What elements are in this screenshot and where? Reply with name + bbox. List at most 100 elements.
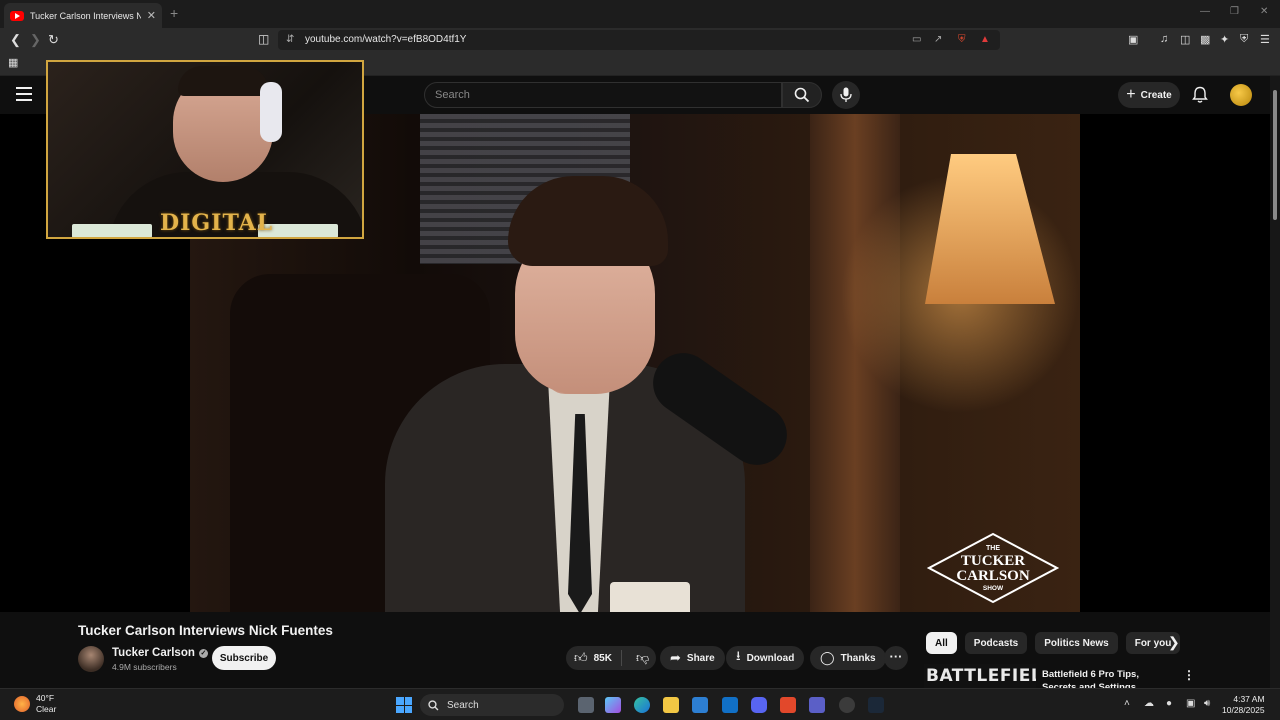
like-count: 85K	[593, 652, 612, 664]
chip-all[interactable]: All	[926, 632, 957, 654]
brave-icon[interactable]	[780, 697, 796, 713]
chip-politics-news[interactable]: Politics News	[1035, 632, 1118, 654]
url-text: youtube.com/watch?v=efB8OD4tf1Y	[305, 34, 467, 45]
reload-icon[interactable]: ↻	[48, 32, 59, 48]
close-tab-icon[interactable]: ✕	[147, 9, 156, 22]
wallet-icon[interactable]: ▩	[1200, 33, 1210, 46]
microsoft-store-icon[interactable]	[692, 697, 708, 713]
recommendation-chips: All Podcasts Politics News For you	[926, 632, 1181, 654]
more-actions-button[interactable]: ···	[884, 646, 908, 670]
thumbs-up-icon: 👍︎	[574, 650, 588, 665]
forward-icon[interactable]: ❯	[30, 32, 41, 48]
subscribe-button[interactable]: Subscribe	[212, 646, 276, 670]
share-page-icon[interactable]: ↗	[934, 34, 942, 45]
microphone-icon[interactable]: ●	[1166, 698, 1172, 709]
cast-icon[interactable]: ▭	[912, 34, 921, 45]
channel-name: Tucker Carlson	[112, 647, 195, 659]
like-button[interactable]: 👍︎ 85K	[566, 650, 622, 666]
weather-condition: Clear	[36, 704, 57, 714]
copilot-icon[interactable]	[605, 697, 621, 713]
bookmark-icon[interactable]: ◫	[258, 32, 269, 46]
channel-avatar[interactable]	[78, 646, 104, 672]
hair	[508, 176, 668, 266]
teams-icon[interactable]	[809, 697, 825, 713]
windows-start-icon[interactable]	[396, 697, 412, 713]
back-icon[interactable]: ❮	[10, 32, 21, 48]
screenshot-icon[interactable]: ▣	[1128, 33, 1138, 46]
recommended-more-icon[interactable]: ⋮	[1183, 668, 1195, 682]
chip-podcasts[interactable]: Podcasts	[964, 632, 1028, 654]
create-button[interactable]: + Create	[1118, 82, 1180, 108]
taskbar-search[interactable]: Search	[420, 694, 564, 716]
media-icon[interactable]: ♫	[1160, 33, 1168, 45]
url-field[interactable]: ⇵ youtube.com/watch?v=efB8OD4tf1Y ▭ ↗ ⛨ …	[278, 30, 1000, 50]
volume-icon[interactable]: 🔊︎	[1204, 698, 1210, 709]
leo-ai-icon[interactable]: ✦	[1220, 33, 1229, 46]
search-placeholder: Search	[435, 89, 470, 101]
logo-line-1: THE	[986, 545, 1000, 552]
recommended-thumbnail[interactable]: BATTLEFIELD 6	[924, 664, 1036, 688]
thumbnail-text: BATTLEFIELD 6	[926, 666, 1036, 686]
channel-name-row[interactable]: Tucker Carlson ✓	[112, 647, 208, 659]
file-explorer-icon[interactable]	[663, 697, 679, 713]
discord-icon[interactable]	[751, 697, 767, 713]
download-button[interactable]: ⭳ Download	[726, 646, 805, 670]
obs-icon[interactable]	[839, 697, 855, 713]
share-button[interactable]: ➦ Share	[660, 646, 725, 670]
logo-line-4: SHOW	[983, 585, 1004, 592]
vpn-icon[interactable]: ⛨	[1240, 33, 1248, 46]
notifications-bell-icon[interactable]	[1192, 86, 1208, 104]
outlook-icon[interactable]	[722, 697, 738, 713]
chevron-right-icon[interactable]: ❯	[1168, 634, 1180, 651]
browser-tab[interactable]: Tucker Carlson Interviews Nick Fuentes ✕	[4, 3, 162, 28]
mug	[610, 582, 690, 612]
new-tab-icon[interactable]: +	[170, 5, 178, 21]
microphone-icon	[840, 87, 852, 102]
maximize-icon[interactable]: ❐	[1230, 6, 1239, 17]
voice-search-button[interactable]	[832, 81, 860, 109]
menu-icon[interactable]: ☰	[1260, 33, 1270, 46]
thanks-button[interactable]: ◯ Thanks	[810, 646, 886, 670]
address-bar-row: ❮ ❯ ↻ ◫ ⇵ youtube.com/watch?v=efB8OD4tf1…	[0, 28, 1280, 52]
edge-icon[interactable]	[634, 697, 650, 713]
thanks-icon: ◯	[820, 650, 835, 665]
download-icon: ⭳	[736, 648, 741, 663]
task-view-icon[interactable]	[578, 697, 594, 713]
create-label: Create	[1140, 89, 1172, 101]
brave-rewards-icon[interactable]: ▲	[980, 34, 990, 45]
minimize-icon[interactable]: —	[1200, 6, 1210, 17]
site-info-icon[interactable]: ⇵	[286, 34, 294, 45]
network-icon[interactable]: ▣	[1186, 698, 1195, 709]
close-window-icon[interactable]: ✕	[1260, 6, 1268, 17]
dislike-button[interactable]: 👎︎	[628, 650, 649, 666]
thanks-label: Thanks	[840, 652, 876, 664]
search-icon	[794, 87, 810, 103]
share-label: Share	[686, 652, 715, 664]
verified-icon: ✓	[198, 648, 208, 658]
browser-tab-bar: Tucker Carlson Interviews Nick Fuentes ✕…	[0, 0, 1280, 28]
apps-grid-icon[interactable]: ▦	[8, 56, 18, 69]
guide-menu-icon[interactable]	[16, 87, 32, 101]
search-input[interactable]: Search	[424, 82, 782, 108]
onedrive-icon[interactable]: ☁	[1144, 698, 1154, 709]
overlay-panel-left	[72, 224, 152, 237]
webcam-overlay: DIGITAL	[46, 60, 364, 239]
weather-icon	[14, 696, 30, 712]
weather-widget[interactable]: 40°F Clear	[14, 693, 56, 715]
like-dislike-group: 👍︎ 85K 👎︎	[566, 646, 656, 670]
taskbar-clock[interactable]: 4:37 AM 10/28/2025	[1222, 694, 1265, 716]
streamer-hair	[178, 66, 268, 96]
search-button[interactable]	[782, 82, 822, 108]
thumbs-down-icon: 👎︎	[636, 650, 650, 665]
scrollbar-thumb[interactable]	[1273, 90, 1277, 220]
tab-title: Tucker Carlson Interviews Nick Fuentes	[30, 10, 141, 21]
clock-time: 4:37 AM	[1233, 694, 1265, 704]
temperature: 40°F	[36, 693, 55, 703]
clock-date: 10/28/2025	[1222, 705, 1265, 715]
brave-shields-icon[interactable]: ⛨	[958, 34, 966, 45]
chevron-up-icon[interactable]: ˄	[1124, 698, 1130, 709]
steam-icon[interactable]	[868, 697, 884, 713]
sidebar-icon[interactable]: ◫	[1180, 33, 1190, 46]
account-avatar[interactable]	[1230, 84, 1252, 106]
page-scrollbar[interactable]	[1270, 76, 1280, 688]
